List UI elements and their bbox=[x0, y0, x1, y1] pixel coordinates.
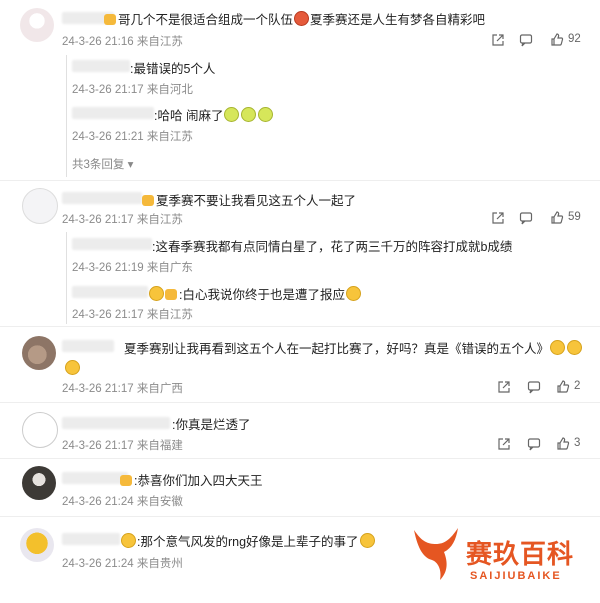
comment-icon[interactable] bbox=[527, 437, 541, 451]
reply-text: :白心我说你终于也是遭了报应 bbox=[148, 284, 362, 303]
reply-meta: 24-3-26 21:21 来自江苏 bbox=[72, 131, 193, 143]
share-icon[interactable] bbox=[491, 211, 505, 225]
comment-icon[interactable] bbox=[519, 211, 533, 225]
reply-username[interactable] bbox=[72, 60, 130, 72]
username[interactable] bbox=[62, 340, 114, 352]
reply-username[interactable] bbox=[72, 238, 152, 250]
divider bbox=[0, 402, 600, 403]
emoji-icon bbox=[65, 360, 80, 375]
emoji-icon bbox=[550, 340, 566, 355]
reply-indent bbox=[66, 232, 67, 324]
avatar[interactable] bbox=[22, 466, 56, 500]
comment-icon[interactable] bbox=[527, 380, 541, 394]
watermark-title: 赛玖百科 bbox=[466, 539, 575, 569]
watermark-logo-icon bbox=[414, 528, 458, 580]
like-icon[interactable] bbox=[550, 211, 564, 225]
reply-username[interactable] bbox=[72, 107, 154, 119]
comment-meta: 24-3-26 21:17 来自江苏 bbox=[62, 214, 183, 226]
share-icon[interactable] bbox=[497, 380, 511, 394]
username[interactable] bbox=[62, 533, 120, 545]
comment-meta: 24-3-26 21:17 来自广西 bbox=[62, 383, 183, 395]
comment-icon[interactable] bbox=[519, 33, 533, 47]
username[interactable] bbox=[62, 472, 128, 484]
comment-text: 夏季赛不要让我看见这五个人一起了 bbox=[142, 190, 356, 209]
verified-icon bbox=[149, 286, 164, 301]
comment-text: 哥几个不是很适合组成一个队伍 夏季赛还是人生有梦各自精彩吧 bbox=[104, 9, 485, 28]
comment-meta: 24-3-26 21:17 来自福建 bbox=[62, 440, 183, 452]
like-icon[interactable] bbox=[556, 437, 570, 451]
comment-text: 夏季赛别让我再看到这五个人在一起打比赛了，好吗？真是《错误的五个人》 bbox=[124, 338, 583, 357]
reply-text: :最错误的5个人 bbox=[130, 62, 216, 76]
watermark-subtitle: SAIJIUBAIKE bbox=[470, 570, 562, 582]
emoji-icon bbox=[241, 107, 257, 122]
share-icon[interactable] bbox=[491, 33, 505, 47]
like-icon[interactable] bbox=[556, 380, 570, 394]
badge-icon bbox=[104, 14, 116, 25]
reply-meta: 24-3-26 21:17 来自江苏 bbox=[72, 309, 193, 321]
emoji-icon bbox=[294, 11, 310, 26]
comment-meta: 24-3-26 21:16 来自江苏 bbox=[62, 36, 183, 48]
comment-text: :你真是烂透了 bbox=[172, 418, 251, 432]
like-count: 3 bbox=[574, 437, 581, 449]
username[interactable] bbox=[62, 192, 142, 204]
like-icon[interactable] bbox=[550, 33, 564, 47]
avatar[interactable] bbox=[22, 412, 58, 448]
badge-icon bbox=[165, 289, 177, 300]
emoji-icon bbox=[359, 533, 375, 548]
reply-meta: 24-3-26 21:19 来自广东 bbox=[72, 262, 193, 274]
comment-text: :那个意气风发的rng好像是上辈子的事了 bbox=[120, 531, 376, 550]
divider bbox=[0, 326, 600, 327]
like-count: 59 bbox=[568, 211, 581, 223]
reply-meta: 24-3-26 21:17 来自河北 bbox=[72, 84, 193, 96]
like-count: 2 bbox=[574, 380, 581, 392]
comment-text: :恭喜你们加入四大天王 bbox=[120, 470, 262, 489]
reply-text: :这春季赛我都有点同情白星了，花了两三千万的阵容打成就b成绩 bbox=[152, 240, 513, 254]
view-replies-link[interactable]: 共3条回复 ▾ bbox=[72, 156, 133, 172]
emoji-icon bbox=[121, 533, 136, 548]
avatar[interactable] bbox=[20, 528, 54, 562]
comment-meta: 24-3-26 21:24 来自安徽 bbox=[62, 496, 183, 508]
avatar[interactable] bbox=[20, 8, 54, 42]
badge-icon bbox=[120, 475, 132, 486]
emoji-icon bbox=[224, 107, 240, 122]
divider bbox=[0, 180, 600, 181]
avatar[interactable] bbox=[22, 188, 58, 224]
badge-icon bbox=[142, 195, 154, 206]
like-count: 92 bbox=[568, 33, 581, 45]
reply-text: :哈哈 闹麻了 bbox=[154, 105, 274, 124]
reply-username[interactable] bbox=[72, 286, 148, 298]
comment-meta: 24-3-26 21:24 来自贵州 bbox=[62, 558, 183, 570]
share-icon[interactable] bbox=[497, 437, 511, 451]
emoji-icon bbox=[345, 286, 361, 301]
emoji-icon bbox=[567, 340, 583, 355]
divider bbox=[0, 516, 600, 517]
emoji-icon bbox=[258, 107, 274, 122]
username[interactable] bbox=[62, 417, 170, 429]
divider bbox=[0, 458, 600, 459]
reply-indent bbox=[66, 55, 67, 177]
avatar[interactable] bbox=[22, 336, 56, 370]
